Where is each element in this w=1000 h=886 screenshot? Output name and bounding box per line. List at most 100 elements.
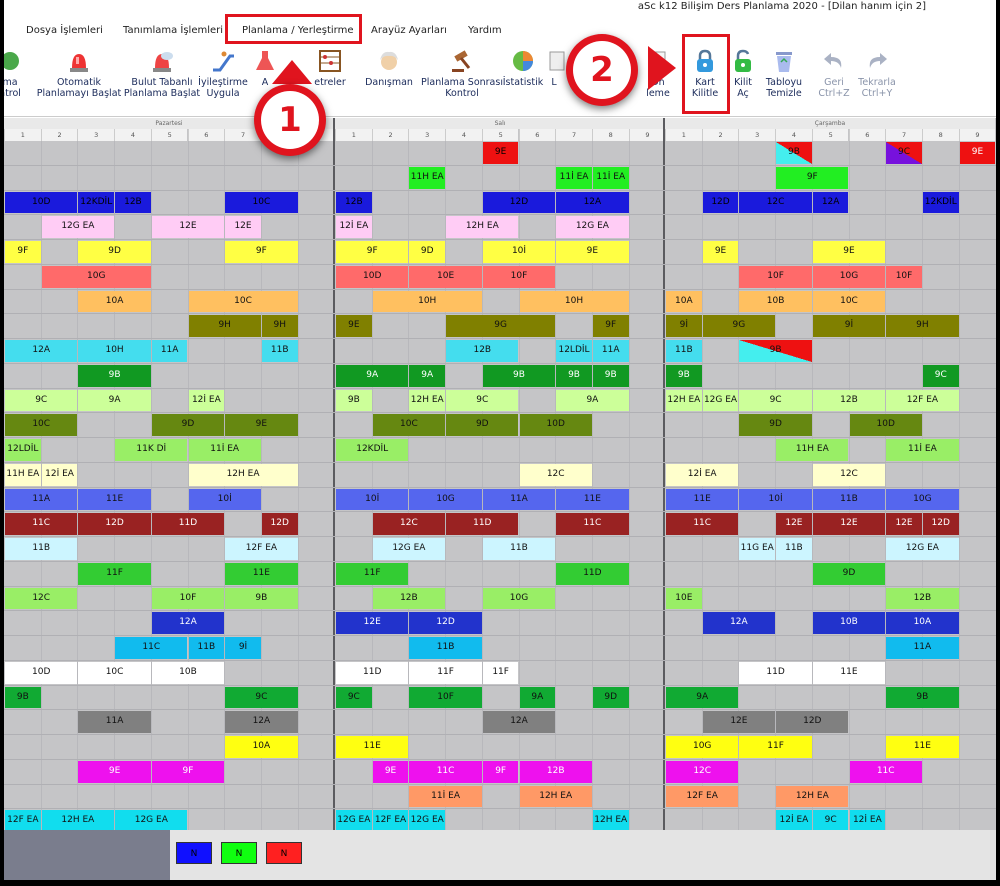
lesson-card[interactable]: 10İ (336, 488, 409, 511)
lesson-card[interactable]: 12B (372, 587, 446, 610)
lesson-card[interactable]: 12F EA (886, 389, 959, 412)
lesson-card[interactable]: 12A (556, 191, 629, 214)
lesson-card[interactable]: 10İ (188, 488, 261, 511)
lesson-card[interactable]: 11B (812, 488, 886, 511)
lesson-card[interactable]: 12C (5, 587, 78, 610)
lesson-card[interactable]: 10G (886, 488, 959, 511)
lesson-card[interactable]: 10D (5, 661, 78, 684)
lesson-card[interactable]: 10B (151, 661, 225, 684)
lesson-card[interactable]: 11E (78, 488, 151, 511)
lesson-card[interactable]: 12H EA (188, 463, 298, 486)
lesson-card[interactable]: 10G (41, 265, 151, 288)
lesson-card[interactable]: 12KDİL (78, 191, 115, 214)
menu-dosya[interactable]: Dosya İşlemleri (26, 21, 103, 41)
lesson-card[interactable]: 9E (556, 241, 629, 263)
lesson-card[interactable]: 12F EA (666, 785, 739, 808)
lesson-card[interactable]: 11K Dİ (115, 439, 188, 461)
lesson-card[interactable]: 12F EA (225, 538, 298, 560)
lesson-card[interactable]: 9C (886, 142, 922, 164)
lesson-card[interactable]: 12A (225, 711, 298, 733)
lesson-card[interactable]: 9G (446, 315, 556, 337)
lesson-card[interactable]: 9C (225, 686, 298, 709)
lesson-card[interactable]: 12D (261, 513, 298, 535)
lesson-card[interactable]: 10E (409, 265, 482, 288)
lesson-card[interactable]: 12İ EA (336, 216, 372, 238)
lesson-card[interactable]: 9B (482, 364, 556, 387)
lesson-card[interactable]: 9E (78, 760, 151, 783)
legend-card-green[interactable]: N (221, 842, 257, 864)
lesson-card[interactable]: 9D (409, 241, 446, 263)
lesson-card[interactable]: 12LDİL (556, 340, 592, 362)
lesson-card[interactable]: 11C (5, 513, 78, 535)
lesson-card[interactable]: 10F (409, 686, 482, 709)
lesson-card[interactable]: 9C (739, 389, 812, 412)
lesson-card[interactable]: 12D (78, 513, 151, 535)
lesson-card[interactable]: 9C (5, 389, 78, 412)
menu-yardim[interactable]: Yardım (468, 21, 502, 41)
menu-tanimlama[interactable]: Tanımlama İşlemleri (123, 21, 223, 41)
lesson-card[interactable]: 10F (886, 265, 922, 288)
lesson-card[interactable]: 12G EA (556, 216, 629, 238)
lesson-card[interactable]: 12C (739, 191, 812, 214)
lesson-card[interactable]: 11İ EA (556, 166, 592, 189)
lesson-card[interactable]: 12E (225, 216, 261, 238)
lesson-card[interactable]: 12G EA (41, 216, 115, 238)
lesson-card[interactable]: 12D (702, 191, 739, 214)
toolbar-danisman-button[interactable]: Danışman (362, 44, 416, 114)
lesson-card[interactable]: 11D (336, 661, 409, 684)
tabloyu-temizle-button[interactable]: Tabloyu Temizle (762, 44, 806, 114)
lesson-card[interactable]: 9A (336, 364, 409, 387)
lesson-card[interactable]: 11H EA (5, 463, 41, 486)
lesson-card[interactable]: 10B (739, 290, 812, 313)
lesson-card[interactable]: 10H (519, 290, 629, 313)
lesson-card[interactable]: 12H EA (409, 389, 446, 412)
lesson-card[interactable]: 10G (666, 736, 739, 758)
lesson-card[interactable]: 12A (482, 711, 556, 733)
lesson-card[interactable]: 9E (336, 315, 372, 337)
lesson-card[interactable]: 9B (666, 364, 702, 387)
lesson-card[interactable]: 10F (739, 265, 812, 288)
kilit-ac-button[interactable]: Kilit Aç (726, 44, 760, 114)
lesson-card[interactable]: 11B (666, 340, 702, 362)
toolbar-planlama-sonrasi-button[interactable]: Planlama Sonrası Kontrol (414, 44, 510, 114)
lesson-card[interactable]: 12C (372, 513, 446, 535)
lesson-card[interactable]: 12G EA (372, 538, 446, 560)
lesson-card[interactable]: 11D (151, 513, 225, 535)
lesson-card[interactable]: 10C (5, 414, 78, 436)
legend-card-red[interactable]: N (266, 842, 302, 864)
lesson-card[interactable]: 10B (812, 612, 886, 634)
lesson-card[interactable]: 9B (225, 587, 298, 610)
lesson-card[interactable]: 11B (188, 637, 225, 659)
lesson-card[interactable]: 11B (409, 637, 482, 659)
lesson-card[interactable]: 11İ EA (188, 439, 261, 461)
lesson-card[interactable]: 9D (78, 241, 151, 263)
lesson-card[interactable]: 10H (372, 290, 482, 313)
lesson-card[interactable]: 9B (886, 686, 959, 709)
lesson-card[interactable]: 10C (372, 414, 446, 436)
lesson-card[interactable]: 9C (812, 810, 849, 830)
lesson-card[interactable]: 12A (702, 612, 776, 634)
legend-card-blue[interactable]: N (176, 842, 212, 864)
lesson-card[interactable]: 9A (666, 686, 739, 709)
lesson-card[interactable]: 12İ EA (41, 463, 78, 486)
lesson-card[interactable]: 12E (336, 612, 409, 634)
lesson-card[interactable]: 12B (446, 340, 519, 362)
lesson-card[interactable]: 12A (5, 340, 78, 362)
lesson-card[interactable]: 12İ EA (849, 810, 886, 830)
lesson-card[interactable]: 11İ EA (409, 785, 482, 808)
lesson-card[interactable]: 9F (225, 241, 298, 263)
lesson-card[interactable]: 12H EA (666, 389, 702, 412)
lesson-card[interactable]: 11F (78, 562, 151, 585)
lesson-card[interactable]: 12C (666, 760, 739, 783)
lesson-card[interactable]: 9C (922, 364, 959, 387)
lesson-card[interactable]: 9A (409, 364, 446, 387)
lesson-card[interactable]: 12H EA (592, 810, 629, 830)
lesson-card[interactable]: 11H EA (776, 439, 849, 461)
lesson-card[interactable]: 11C (849, 760, 922, 783)
lesson-card[interactable]: 12A (151, 612, 225, 634)
lesson-card[interactable]: 12E (812, 513, 886, 535)
toolbar-bulut-button[interactable]: Bulut Tabanlı Planlama Başlat (122, 44, 202, 114)
lesson-card[interactable]: 9B (776, 142, 812, 164)
lesson-card[interactable]: 11F (482, 661, 519, 684)
lesson-card[interactable]: 9C (446, 389, 519, 412)
